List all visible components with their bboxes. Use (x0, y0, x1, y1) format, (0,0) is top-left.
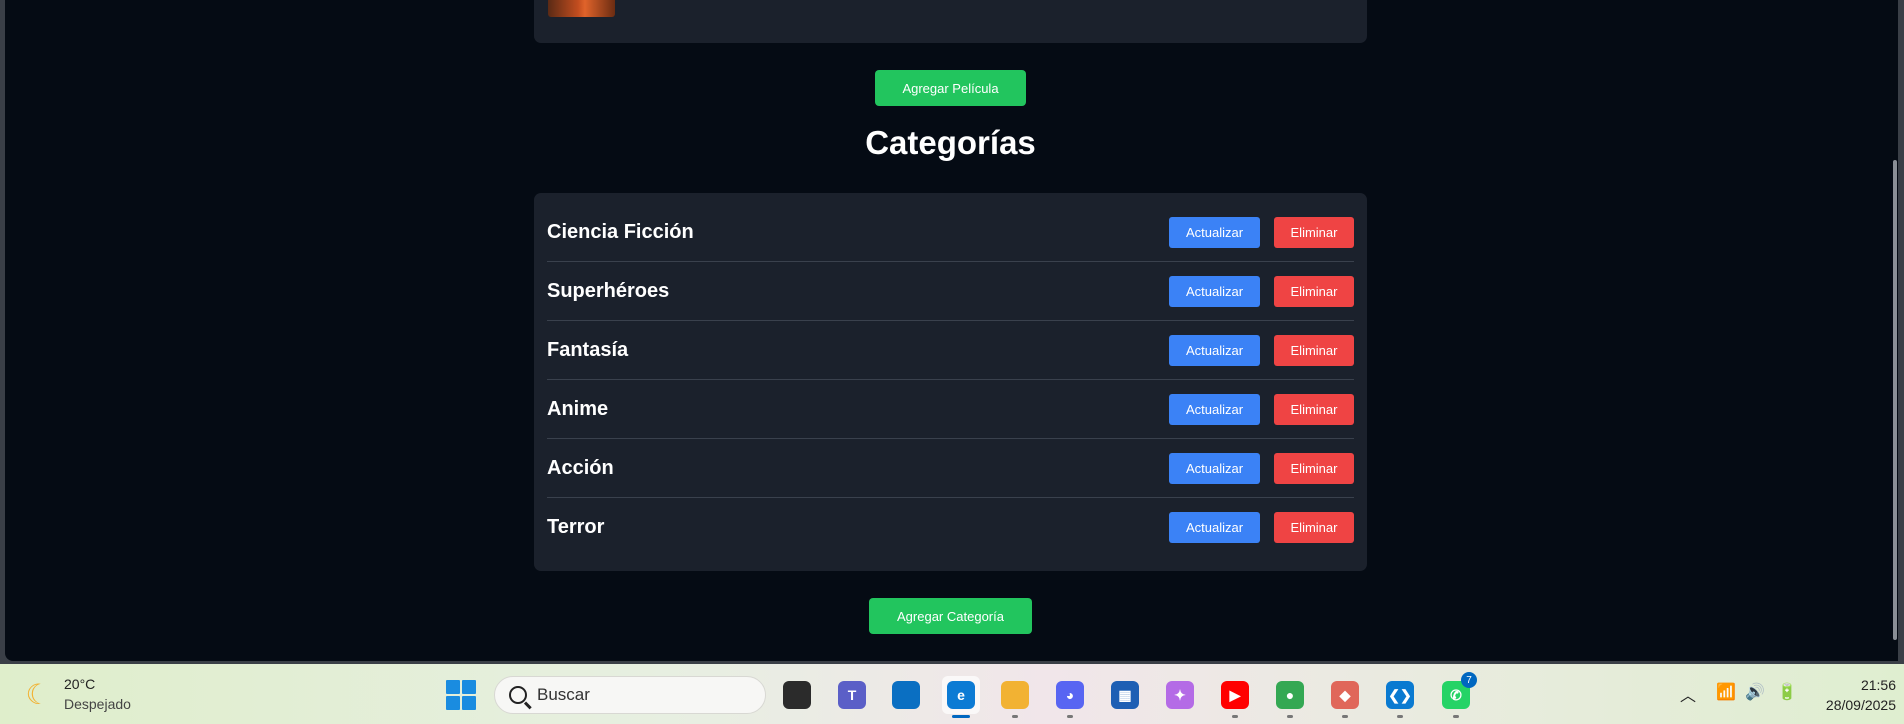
category-name: Ciencia Ficción (547, 220, 694, 243)
battery-icon[interactable]: 🔋 (1777, 682, 1797, 702)
category-name: Anime (547, 397, 609, 420)
wifi-icon[interactable]: 📶 (1716, 682, 1736, 702)
delete-category-button[interactable]: Eliminar (1274, 216, 1354, 248)
chevron-up-icon[interactable]: ︿ (1680, 682, 1696, 706)
update-category-button[interactable]: Actualizar (1169, 393, 1260, 425)
edge-icon: e (947, 681, 975, 709)
microsoft-store-icon: ▦ (1111, 681, 1139, 709)
widgets-app-icon (892, 681, 920, 709)
running-indicator (1067, 715, 1073, 718)
delete-category-button[interactable]: Eliminar (1274, 512, 1354, 543)
discord-icon: ◕ (1056, 681, 1084, 709)
notification-badge: 7 (1461, 672, 1477, 688)
task-view-icon (783, 681, 811, 709)
clock[interactable]: 21:56 28/09/2025 (1826, 675, 1896, 715)
category-name: Superhéroes (547, 279, 670, 302)
vscode-icon: ❮❯ (1386, 681, 1414, 709)
category-name: Terror (547, 516, 605, 538)
category-actions: Actualizar Eliminar (1169, 512, 1354, 543)
running-indicator (952, 715, 970, 718)
taskbar-search[interactable]: Buscar (494, 676, 766, 714)
update-category-button[interactable]: Actualizar (1169, 334, 1260, 366)
running-indicator (1453, 715, 1459, 718)
clock-time: 21:56 (1860, 677, 1896, 693)
clock-date: 28/09/2025 (1825, 697, 1896, 713)
category-row: Superhéroes Actualizar Eliminar (547, 262, 1354, 321)
git-app-icon: ◆ (1331, 681, 1359, 709)
delete-category-button[interactable]: Eliminar (1274, 275, 1354, 307)
category-row: Anime Actualizar Eliminar (547, 380, 1354, 439)
category-actions: Actualizar Eliminar (1169, 393, 1354, 425)
running-indicator (1397, 715, 1403, 718)
delete-category-button[interactable]: Eliminar (1274, 393, 1354, 425)
search-icon (509, 686, 527, 704)
search-placeholder: Buscar (537, 685, 590, 704)
category-row: Acción Actualizar Eliminar (547, 439, 1354, 498)
movie-poster-thumbnail (548, 0, 615, 17)
category-row: Fantasía Actualizar Eliminar (547, 321, 1354, 380)
browser-viewport: Agregar Película Categorías Ciencia Ficc… (5, 0, 1898, 661)
category-actions: Actualizar Eliminar (1169, 216, 1354, 248)
running-indicator (1232, 715, 1238, 718)
whatsapp-taskbar-button[interactable]: ✆ 7 (1437, 672, 1477, 718)
edge-taskbar-button[interactable]: e (942, 676, 980, 718)
teams-icon: T (838, 681, 866, 709)
running-indicator (1012, 715, 1018, 718)
chrome-icon: ● (1276, 681, 1304, 709)
windows-start-icon[interactable] (446, 680, 476, 710)
teams-taskbar-button[interactable]: T (833, 676, 871, 714)
copilot-icon: ✦ (1166, 681, 1194, 709)
vscode-taskbar-button[interactable]: ❮❯ (1381, 676, 1419, 718)
youtube-icon: ▶ (1221, 681, 1249, 709)
moon-icon: ☾ (25, 678, 51, 710)
category-name: Fantasía (547, 338, 629, 361)
task-view-taskbar-button[interactable] (778, 676, 816, 714)
chrome-taskbar-button[interactable]: ● (1271, 676, 1309, 718)
running-indicator (1287, 715, 1293, 718)
categories-title: Categorías (865, 124, 1036, 161)
scrollbar-thumb[interactable] (1893, 160, 1897, 640)
file-explorer-icon (1001, 681, 1029, 709)
taskbar: ☾ 20°C Despejado Buscar Te ◕ ▦ ✦ ▶ ● ◆ ❮❯ ✆ 7 ︿ 📶… (0, 664, 1904, 724)
delete-category-button[interactable]: Eliminar (1274, 334, 1354, 366)
youtube-taskbar-button[interactable]: ▶ (1216, 676, 1254, 718)
volume-icon[interactable]: 🔊 (1745, 682, 1765, 702)
add-category-button[interactable]: Agregar Categoría (869, 598, 1032, 634)
category-row: Ciencia Ficción Actualizar Eliminar (547, 203, 1354, 262)
microsoft-store-taskbar-button[interactable]: ▦ (1106, 676, 1144, 714)
weather-condition: Despejado (64, 696, 131, 712)
category-name: Acción (547, 456, 614, 479)
update-category-button[interactable]: Actualizar (1169, 216, 1260, 248)
update-category-button[interactable]: Actualizar (1169, 275, 1260, 307)
movie-list-card (534, 0, 1367, 43)
category-actions: Actualizar Eliminar (1169, 275, 1354, 307)
scrollbar[interactable] (1892, 0, 1898, 661)
weather-widget[interactable]: ☾ 20°C Despejado (22, 674, 131, 714)
categories-list: Ciencia Ficción Actualizar Eliminar Superhé… (534, 193, 1367, 571)
discord-taskbar-button[interactable]: ◕ (1051, 676, 1089, 718)
update-category-button[interactable]: Actualizar (1169, 512, 1260, 543)
running-indicator (1342, 715, 1348, 718)
weather-temp: 20°C (64, 676, 96, 692)
update-category-button[interactable]: Actualizar (1169, 452, 1260, 484)
copilot-taskbar-button[interactable]: ✦ (1161, 676, 1199, 714)
category-actions: Actualizar Eliminar (1169, 334, 1354, 366)
add-movie-button[interactable]: Agregar Película (875, 70, 1026, 106)
file-explorer-taskbar-button[interactable] (996, 676, 1034, 718)
git-app-taskbar-button[interactable]: ◆ (1326, 676, 1364, 718)
delete-category-button[interactable]: Eliminar (1274, 452, 1354, 484)
category-actions: Actualizar Eliminar (1169, 452, 1354, 484)
widgets-app-taskbar-button[interactable] (887, 676, 925, 714)
category-row: Terror Actualizar Eliminar (547, 498, 1354, 557)
